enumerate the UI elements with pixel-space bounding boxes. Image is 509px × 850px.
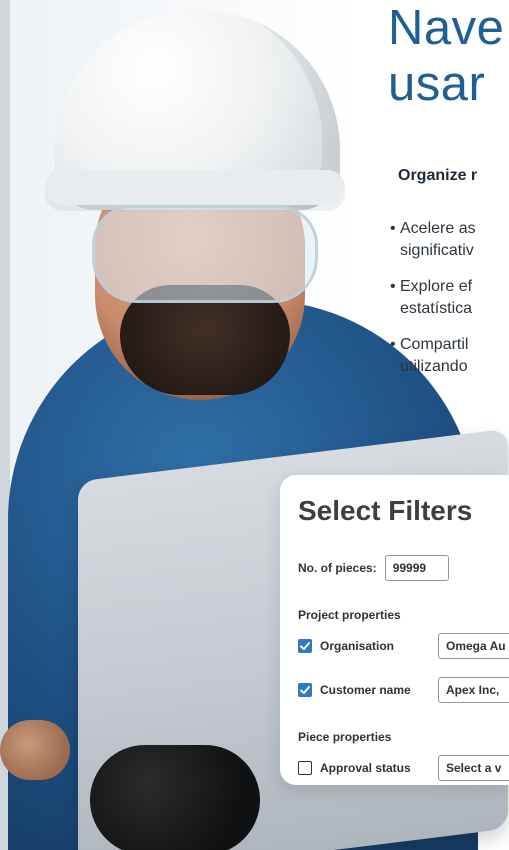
organisation-checkbox[interactable] — [298, 639, 312, 653]
bullet-line-2: significativ — [400, 242, 474, 259]
customer-name-select[interactable]: Apex Inc, — [438, 677, 509, 703]
customer-name-row: Customer name Apex Inc, — [298, 677, 509, 703]
pieces-label: No. of pieces: — [298, 561, 377, 575]
approval-status-select[interactable]: Select a v — [438, 755, 509, 781]
approval-status-row: Approval status Select a v — [298, 755, 509, 781]
worker-glove — [90, 745, 260, 850]
customer-name-checkbox[interactable] — [298, 683, 312, 697]
hard-hat-brim — [45, 170, 345, 205]
organisation-select[interactable]: Omega Au — [438, 633, 509, 659]
filters-title: Select Filters — [298, 495, 473, 526]
check-icon — [300, 686, 310, 694]
hero-title: Nave usar — [388, 1, 505, 111]
pieces-row: No. of pieces: 99999 — [298, 555, 449, 581]
piece-properties-label: Piece properties — [298, 730, 392, 744]
bullet-icon: • — [390, 336, 396, 353]
safety-goggles — [92, 205, 318, 303]
bullet-line-3: • Explore ef — [390, 276, 476, 298]
hero-copy: Nave usar Organize r • Acelere as signifi… — [388, 0, 509, 450]
pieces-input[interactable]: 99999 — [384, 555, 449, 581]
approval-status-checkbox[interactable] — [298, 761, 312, 775]
organisation-label: Organisation — [320, 639, 395, 653]
hero-subtitle: Organize r — [398, 167, 478, 184]
approval-status-label: Approval status — [320, 761, 411, 775]
customer-name-label: Customer name — [320, 683, 411, 697]
project-properties-heading: Project properties — [298, 605, 401, 625]
filters-panel: Select Filters No. of pieces: 99999 Proj… — [280, 475, 509, 785]
check-icon — [300, 642, 310, 650]
bullet-line-5: • Compartil — [390, 334, 476, 356]
bullet-icon: • — [390, 278, 396, 295]
bullet-icon: • — [390, 220, 396, 237]
bullet-line-1: • Acelere as — [390, 218, 476, 240]
project-properties-label: Project properties — [298, 608, 401, 622]
worker-hand — [0, 720, 70, 780]
piece-properties-heading: Piece properties — [298, 727, 391, 747]
hero-bullets: • Acelere as significativ • Explore ef est… — [390, 218, 476, 392]
bullet-line-4: estatística — [400, 300, 473, 317]
organisation-row: Organisation Omega Au — [298, 633, 509, 659]
bullet-line-6: utilizando — [400, 358, 468, 375]
